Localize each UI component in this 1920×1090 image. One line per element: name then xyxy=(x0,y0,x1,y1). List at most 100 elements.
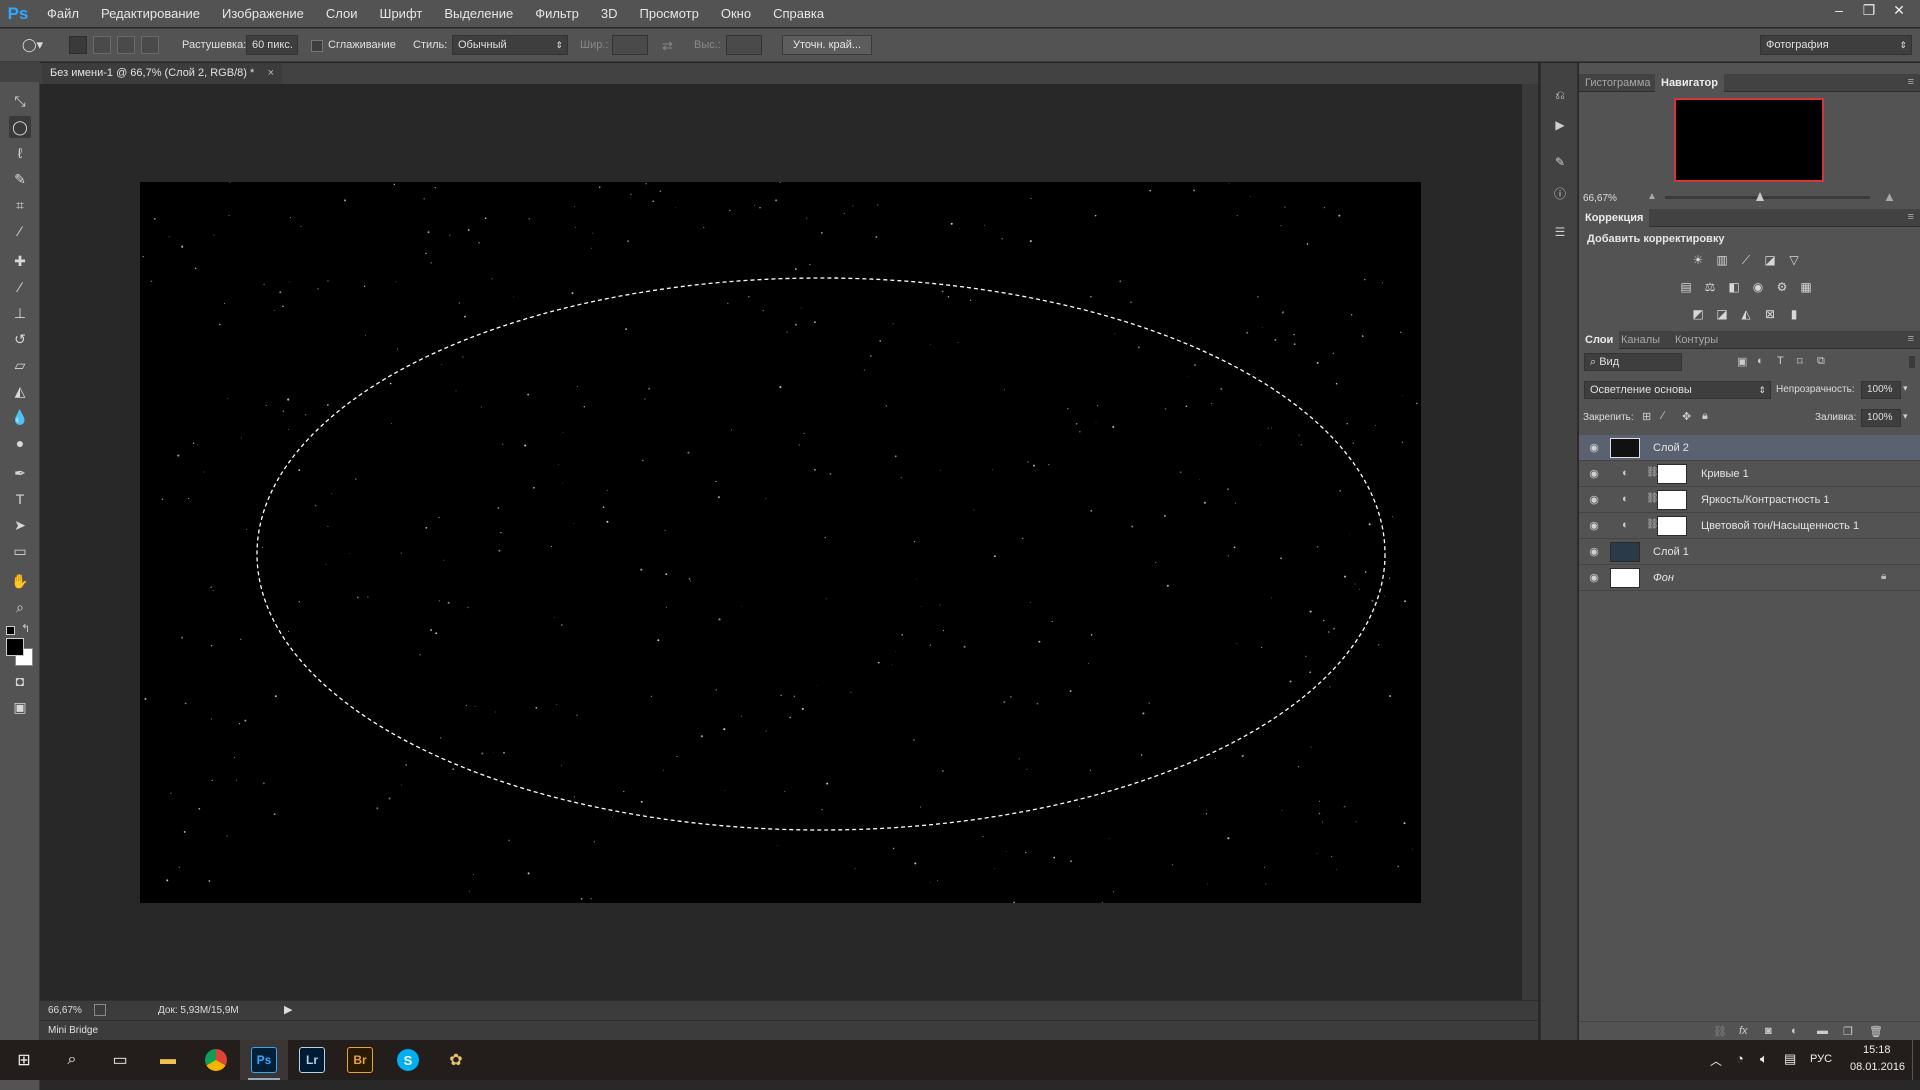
notifications-icon[interactable]: ▤ xyxy=(1784,1051,1796,1067)
navigator-zoom[interactable]: 66,67% xyxy=(1583,193,1617,204)
swap-icon[interactable]: ⇄ xyxy=(662,38,673,54)
actions-panel-icon[interactable]: ▶ xyxy=(1552,118,1568,134)
close-tab-icon[interactable]: × xyxy=(268,63,274,84)
panel-menu-icon[interactable]: ≡ xyxy=(1908,76,1914,88)
layer-row[interactable]: ◉ Фон 🔒︎ xyxy=(1579,565,1920,591)
elliptical-marquee-tool-icon[interactable]: ◯ xyxy=(9,116,31,138)
blend-mode-select[interactable]: Осветление основы ⇕ xyxy=(1584,381,1771,399)
foreground-color-swatch[interactable] xyxy=(6,638,24,656)
path-selection-tool-icon[interactable]: ➤ xyxy=(9,514,31,536)
tab-histogram[interactable]: Гистограмма xyxy=(1579,74,1657,92)
layer-name[interactable]: Слой 1 xyxy=(1653,546,1689,558)
gradient-map-adjustment-icon[interactable]: ▮ xyxy=(1786,307,1802,321)
filter-toggle[interactable] xyxy=(1909,356,1915,368)
windows-start-icon[interactable]: ⊞ xyxy=(0,1040,48,1080)
layer-mask-thumbnail[interactable] xyxy=(1657,464,1687,484)
eraser-tool-icon[interactable]: ▱ xyxy=(9,354,31,376)
feather-input[interactable]: 60 пикс. xyxy=(246,35,298,55)
layer-row[interactable]: ◉ ◐ ⛓ Кривые 1 xyxy=(1579,461,1920,487)
document-canvas[interactable] xyxy=(140,182,1421,903)
invert-adjustment-icon[interactable]: ◩ xyxy=(1690,307,1706,321)
brightness-adjustment-icon[interactable]: ☀ xyxy=(1690,253,1706,267)
visibility-eye-icon[interactable]: ◉ xyxy=(1587,571,1601,585)
history-panel-icon[interactable]: ⎌ xyxy=(1552,88,1568,104)
filter-pixel-icon[interactable]: ▣ xyxy=(1737,355,1747,368)
info-panel-icon[interactable]: ⓘ xyxy=(1552,185,1568,201)
hue-saturation-adjustment-icon[interactable]: ▤ xyxy=(1678,280,1694,294)
lock-position-icon[interactable]: ✥ xyxy=(1682,410,1691,423)
filter-shape-icon[interactable]: ⌑ xyxy=(1797,355,1803,368)
pen-tool-icon[interactable]: ✒ xyxy=(9,462,31,484)
properties-panel-icon[interactable]: ☰ xyxy=(1552,225,1568,241)
workspace-select[interactable]: Фотография ⇕ xyxy=(1760,35,1912,55)
layer-name[interactable]: Фон xyxy=(1653,572,1674,584)
close-button[interactable]: ✕ xyxy=(1886,0,1912,20)
filter-smart-object-icon[interactable]: ⧉ xyxy=(1817,355,1825,368)
add-mask-icon[interactable]: ◙ xyxy=(1765,1025,1772,1037)
visibility-eye-icon[interactable]: ◉ xyxy=(1587,493,1601,507)
hand-tool-icon[interactable]: ✋ xyxy=(9,570,31,592)
show-desktop-button[interactable] xyxy=(1912,1040,1920,1080)
filter-type-icon[interactable]: T xyxy=(1777,355,1784,367)
paint-app-icon[interactable]: ✿ xyxy=(432,1040,480,1080)
status-export-icon[interactable] xyxy=(94,1004,106,1016)
clock-time[interactable]: 15:18 xyxy=(1863,1044,1891,1056)
minibridge-tab[interactable]: Mini Bridge xyxy=(48,1025,98,1036)
panel-menu-icon[interactable]: ≡ xyxy=(1908,211,1914,223)
layer-style-icon[interactable]: fx xyxy=(1739,1025,1748,1037)
new-selection-mode-button[interactable] xyxy=(69,36,87,54)
layer-mask-thumbnail[interactable] xyxy=(1657,490,1687,510)
zoom-tool-icon[interactable]: ⌕ xyxy=(9,596,31,618)
visibility-eye-icon[interactable]: ◉ xyxy=(1587,441,1601,455)
healing-brush-tool-icon[interactable]: ✚ xyxy=(9,250,31,272)
move-tool-icon[interactable]: ⤡ xyxy=(9,90,31,112)
layer-mask-thumbnail[interactable] xyxy=(1657,516,1687,536)
menu-file[interactable]: Файл xyxy=(36,0,90,27)
threshold-adjustment-icon[interactable]: ◭ xyxy=(1738,307,1754,321)
width-input[interactable] xyxy=(612,35,648,55)
tab-channels[interactable]: Каналы xyxy=(1615,331,1666,349)
network-icon[interactable]: ◔ xyxy=(1736,1051,1744,1066)
curves-adjustment-icon[interactable]: ⟋ xyxy=(1738,253,1754,267)
tab-adjustments[interactable]: Коррекция xyxy=(1579,209,1650,227)
layer-name[interactable]: Кривые 1 xyxy=(1701,468,1749,480)
menu-select[interactable]: Выделение xyxy=(433,0,524,27)
posterize-adjustment-icon[interactable]: ◪ xyxy=(1714,307,1730,321)
vibrance-adjustment-icon[interactable]: ▽ xyxy=(1786,253,1802,267)
intersect-selection-mode-button[interactable] xyxy=(141,36,159,54)
menu-window[interactable]: Окно xyxy=(710,0,762,27)
menu-3d[interactable]: 3D xyxy=(590,0,629,27)
brush-presets-panel-icon[interactable]: ✎ xyxy=(1552,155,1568,171)
exposure-adjustment-icon[interactable]: ◪ xyxy=(1762,253,1778,267)
zoom-in-icon[interactable]: ▲ xyxy=(1883,189,1896,204)
skype-icon[interactable]: S xyxy=(384,1040,432,1080)
panel-menu-icon[interactable]: ≡ xyxy=(1908,333,1914,345)
navigator-preview[interactable] xyxy=(1674,98,1824,182)
clone-stamp-tool-icon[interactable]: ⊥ xyxy=(9,302,31,324)
file-explorer-icon[interactable]: ▬ xyxy=(144,1040,192,1080)
lock-pixels-icon[interactable]: ∕ xyxy=(1662,410,1664,422)
default-colors-icon[interactable] xyxy=(6,626,15,635)
chevron-down-icon[interactable]: ▾ xyxy=(1903,383,1908,394)
tab-layers[interactable]: Слои xyxy=(1579,331,1620,349)
brush-tool-icon[interactable]: ∕ xyxy=(9,276,31,298)
paint-bucket-tool-icon[interactable]: ◭ xyxy=(9,380,31,402)
task-view-icon[interactable]: ▭ xyxy=(96,1040,144,1080)
quick-selection-tool-icon[interactable]: ✎ xyxy=(9,168,31,190)
menu-layers[interactable]: Слои xyxy=(315,0,369,27)
subtract-selection-mode-button[interactable] xyxy=(117,36,135,54)
new-group-icon[interactable]: ▬ xyxy=(1817,1025,1828,1037)
restore-button[interactable]: ❐ xyxy=(1856,0,1882,20)
crop-tool-icon[interactable]: ⌗ xyxy=(9,194,31,216)
layer-row[interactable]: ◉ ◐ ⛓ Яркость/Контрастность 1 xyxy=(1579,487,1920,513)
refine-edge-button[interactable]: Уточн. край... xyxy=(782,35,872,55)
quick-mask-icon[interactable]: ◘ xyxy=(9,670,31,692)
menu-image[interactable]: Изображение xyxy=(211,0,315,27)
lock-transparency-icon[interactable]: ⊞ xyxy=(1642,410,1651,423)
style-select[interactable]: Обычный ⇕ xyxy=(452,35,568,55)
new-adjustment-layer-icon[interactable]: ◐ xyxy=(1791,1025,1798,1037)
color-balance-adjustment-icon[interactable]: ⚖ xyxy=(1702,280,1718,294)
layer-filter-select[interactable]: ⌕ Вид xyxy=(1584,353,1682,371)
link-layers-icon[interactable]: ⛓ xyxy=(1713,1025,1727,1038)
elliptical-marquee-preset-icon[interactable]: ◯▾ xyxy=(22,37,56,55)
